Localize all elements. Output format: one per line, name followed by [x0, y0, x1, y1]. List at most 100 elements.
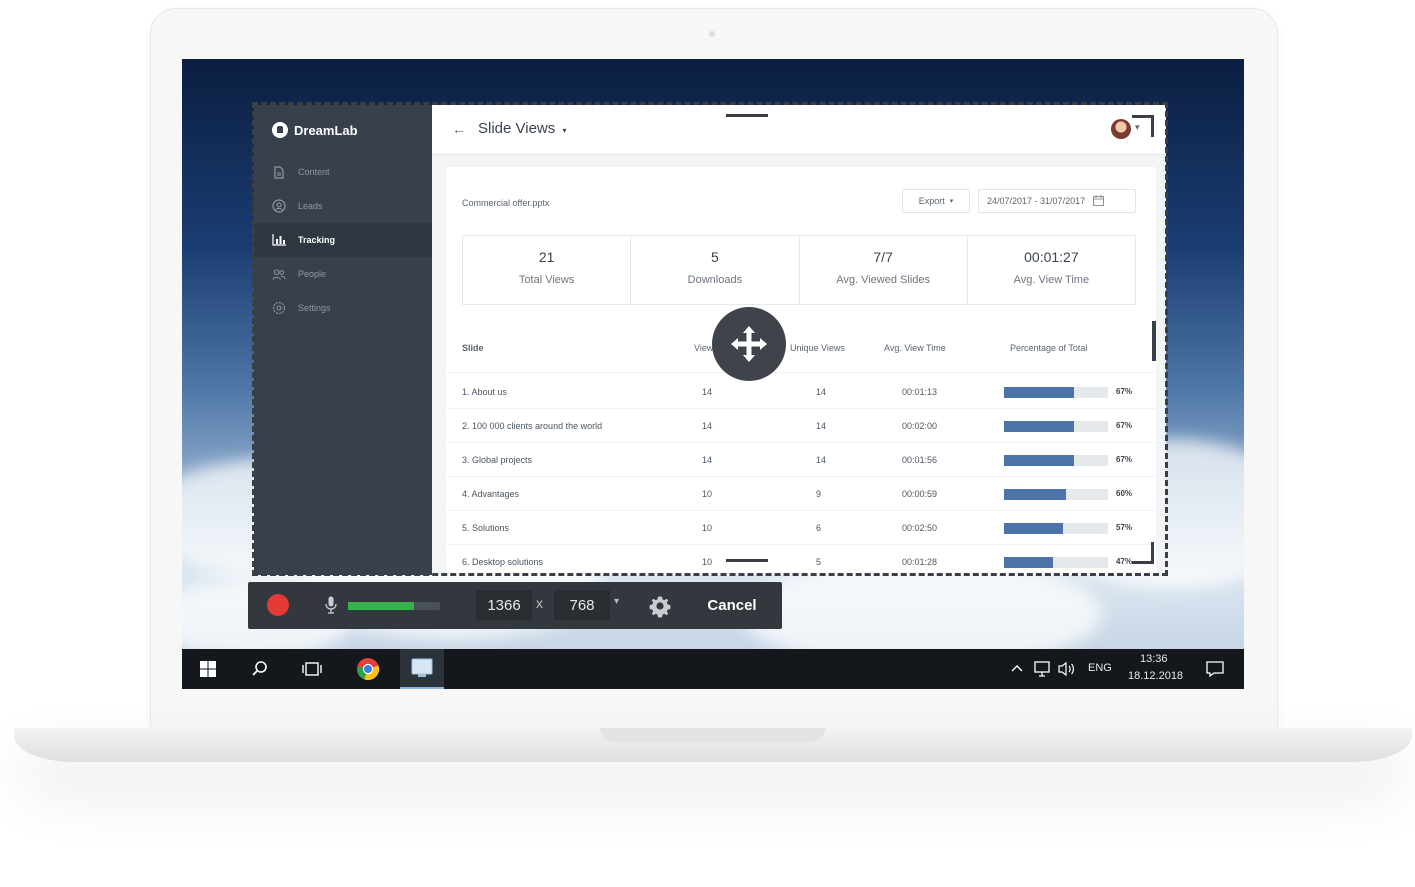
sidebar-item-people[interactable]: People	[254, 257, 432, 291]
gear-icon	[272, 301, 286, 315]
cell-views: 10	[702, 523, 713, 533]
cell-views: 14	[702, 455, 713, 465]
table-row[interactable]: 6. Desktop solutions 10 5 00:01:28 47%	[446, 545, 1156, 575]
cell-avg-view-time: 00:00:59	[902, 489, 938, 499]
network-icon[interactable]	[1034, 661, 1052, 682]
brand[interactable]: DreamLab	[272, 122, 358, 138]
stat-label: Downloads	[687, 274, 743, 286]
percentage-bar-fill	[1004, 523, 1064, 534]
percentage-bar-fill	[1004, 421, 1074, 432]
cell-unique-views: 5	[816, 557, 822, 567]
language-indicator[interactable]: ENG	[1088, 662, 1112, 674]
chrome-icon[interactable]	[346, 649, 390, 689]
cell-unique-views: 6	[816, 523, 822, 533]
task-view-icon[interactable]	[290, 649, 334, 689]
resize-handle-bottom-right[interactable]	[1132, 542, 1154, 564]
move-handle[interactable]	[712, 307, 786, 381]
windows-start-icon[interactable]	[186, 649, 230, 689]
clock-date[interactable]: 18.12.2018	[1128, 670, 1183, 682]
settings-gear-icon[interactable]	[648, 594, 672, 618]
cancel-button[interactable]: Cancel	[694, 590, 770, 620]
export-button[interactable]: Export ▾	[902, 189, 970, 213]
table-row[interactable]: 3. Global projects 14 14 00:01:56 67%	[446, 443, 1156, 477]
table-row[interactable]: 2. 100 000 clients around the world 14 1…	[446, 409, 1156, 443]
sidebar-item-label: People	[298, 269, 327, 279]
column-header-avg-view-time[interactable]: Avg. View Time	[884, 343, 946, 353]
cell-views: 10	[702, 557, 713, 567]
date-range-value: 24/07/2017 - 31/07/2017	[987, 196, 1086, 206]
width-input[interactable]: 1366	[476, 590, 532, 620]
table-row[interactable]: 4. Advantages 10 9 00:00:59 60%	[446, 477, 1156, 511]
column-header-slide[interactable]: Slide	[462, 343, 484, 353]
percentage-bar-fill	[1004, 557, 1053, 568]
stat-label: Avg. View Time	[1013, 274, 1090, 286]
stat-total-views: 21 Total Views	[463, 236, 632, 304]
avatar[interactable]	[1111, 119, 1131, 139]
stat-downloads: 5 Downloads	[631, 236, 800, 304]
microphone-icon[interactable]	[320, 594, 342, 616]
cell-slide: 5. Solutions	[462, 523, 510, 533]
calendar-icon	[1093, 194, 1105, 208]
resize-handle-top[interactable]	[726, 114, 768, 117]
cell-avg-view-time: 00:02:00	[902, 421, 938, 431]
height-input[interactable]: 768	[554, 590, 610, 620]
stat-value: 21	[538, 249, 555, 265]
percentage-bar	[1004, 489, 1108, 500]
stats-summary: 21 Total Views 5 Downloads 7/7 Avg. View…	[462, 235, 1136, 305]
cell-unique-views: 14	[816, 455, 827, 465]
chevron-up-icon[interactable]	[1010, 661, 1024, 679]
notification-center-icon[interactable]	[1206, 660, 1224, 683]
table-row[interactable]: 5. Solutions 10 6 00:02:50 57%	[446, 511, 1156, 545]
file-name: Commercial offer.pptx	[462, 198, 550, 208]
percentage-bar	[1004, 523, 1108, 534]
cell-unique-views: 14	[816, 421, 827, 431]
percentage-bar	[1004, 455, 1108, 466]
table-row[interactable]: 1. About us 14 14 00:01:13 67%	[446, 375, 1156, 409]
resize-handle-bottom[interactable]	[726, 559, 768, 562]
webcam	[709, 31, 715, 37]
dimension-separator: x	[536, 595, 543, 611]
resize-handle-top-right[interactable]	[1132, 115, 1154, 137]
recorder-toolbar: 1366 x 768 ▾ Cancel	[248, 582, 782, 629]
sidebar-item-label: Tracking	[298, 235, 336, 245]
sidebar-item-settings[interactable]: Settings	[254, 291, 432, 325]
date-range-picker[interactable]: 24/07/2017 - 31/07/2017	[978, 189, 1136, 213]
recorder-app-icon[interactable]	[400, 649, 444, 689]
laptop-notch	[600, 728, 825, 742]
column-header-percentage[interactable]: Percentage of Total	[1010, 343, 1087, 353]
page-title[interactable]: Slide Views ▾	[478, 120, 566, 137]
cell-views: 14	[702, 421, 713, 431]
stat-avg-viewed-slides: 7/7 Avg. Viewed Slides	[800, 236, 968, 304]
stat-value: 7/7	[873, 249, 893, 265]
cell-avg-view-time: 00:01:13	[902, 387, 938, 397]
mic-level-fill	[348, 602, 415, 610]
clock-time[interactable]: 13:36	[1140, 653, 1168, 665]
cell-percentage: 67%	[1116, 455, 1133, 464]
table-header: Slide Views Unique Views Avg. View Time …	[446, 325, 1156, 373]
sidebar-item-tracking[interactable]: Tracking	[254, 223, 432, 257]
stat-avg-view-time: 00:01:27 Avg. View Time	[968, 236, 1135, 304]
cell-slide: 6. Desktop solutions	[462, 557, 544, 567]
user-circle-icon	[272, 199, 286, 213]
sidebar-item-leads[interactable]: Leads	[254, 189, 432, 223]
sidebar-item-label: Content	[298, 167, 330, 177]
move-arrows-icon	[731, 326, 767, 362]
column-header-unique-views[interactable]: Unique Views	[790, 343, 845, 353]
document-icon	[272, 165, 286, 179]
cell-unique-views: 9	[816, 489, 822, 499]
sidebar-item-content[interactable]: Content	[254, 155, 432, 189]
volume-icon[interactable]	[1058, 661, 1076, 682]
search-icon[interactable]	[238, 649, 282, 689]
cell-slide: 1. About us	[462, 387, 508, 397]
sidebar-item-label: Settings	[298, 303, 331, 313]
record-button[interactable]	[267, 594, 289, 616]
sidebar: DreamLab Content Leads Tracking People S…	[254, 105, 432, 575]
back-arrow-icon[interactable]: ←	[452, 121, 466, 137]
size-presets-dropdown-icon[interactable]: ▾	[614, 596, 619, 607]
page-title-text: Slide Views	[478, 120, 556, 137]
resize-handle-right[interactable]	[1152, 321, 1156, 361]
brand-name: DreamLab	[294, 122, 358, 138]
cell-percentage: 57%	[1116, 523, 1133, 532]
cell-avg-view-time: 00:02:50	[902, 523, 938, 533]
cell-views: 10	[702, 489, 713, 499]
